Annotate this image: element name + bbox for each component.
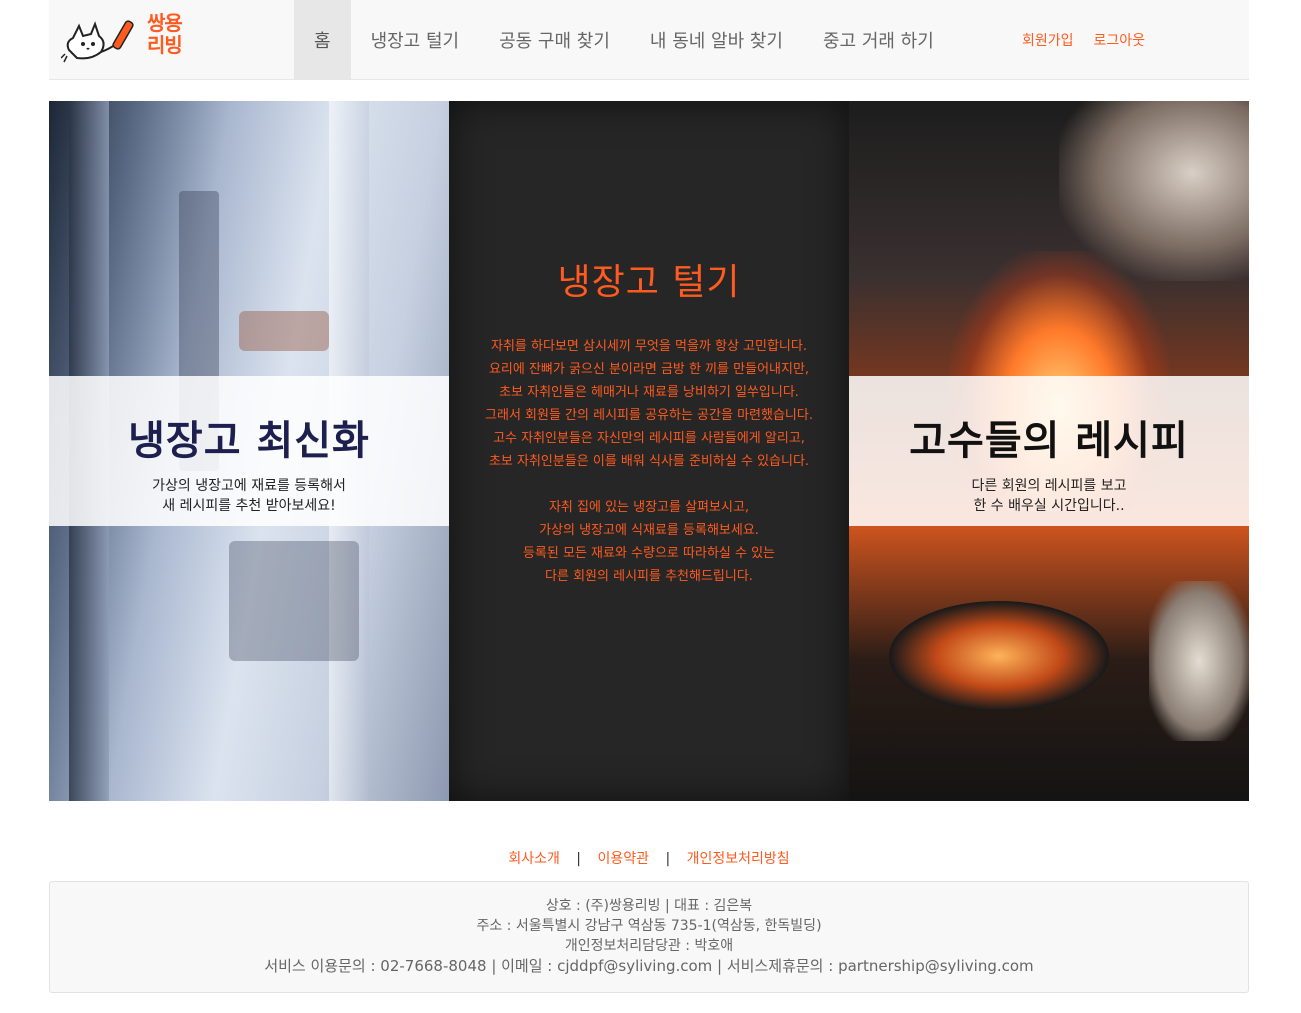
- fridge-raid-info-panel: 냉장고 털기 자취를 하다보면 삼시세끼 무엇을 먹을까 항상 고민합니다. 요…: [449, 101, 849, 801]
- nav-item-local-jobs[interactable]: 내 동네 알바 찾기: [630, 0, 803, 80]
- fridge-photo-panel[interactable]: 냉장고 최신화 가상의 냉장고에 재료를 등록해서 새 레시피를 추천 받아보세…: [49, 101, 449, 801]
- hero-section: 냉장고 최신화 가상의 냉장고에 재료를 등록해서 새 레시피를 추천 받아보세…: [49, 101, 1249, 801]
- paragraph-line: 고수 자취인분들은 자신만의 레시피를 사람들에게 알리고,: [493, 431, 805, 446]
- frying-pan: [889, 601, 1109, 711]
- fridge-food-item: [239, 311, 329, 351]
- nav-item-home[interactable]: 홈: [294, 0, 351, 80]
- signup-link[interactable]: 회원가입: [1022, 30, 1074, 50]
- footer-link-privacy[interactable]: 개인정보처리방침: [687, 851, 790, 867]
- footer-link-terms[interactable]: 이용약관: [597, 851, 649, 867]
- footer-contact: 서비스 이용문의 : 02-7668-8048 | 이메일 : cjddpf@s…: [264, 957, 1034, 975]
- fridge-overlay-band: 냉장고 최신화 가상의 냉장고에 재료를 등록해서 새 레시피를 추천 받아보세…: [49, 376, 449, 526]
- paragraph-line: 가상의 냉장고에 식재료를 등록해보세요.: [539, 523, 759, 538]
- chef-hand: [1149, 581, 1249, 741]
- paragraph-line: 초보 자취인들은 헤매거나 재료를 낭비하기 일쑤입니다.: [499, 385, 799, 400]
- fridge-raid-paragraph-2: 자취 집에 있는 냉장고를 살펴보시고, 가상의 냉장고에 식재료를 등록해보세…: [449, 496, 849, 588]
- paragraph-line: 다른 회원의 레시피를 추천해드립니다.: [545, 569, 753, 584]
- paragraph-line: 그래서 회원들 간의 레시피를 공유하는 공간을 마련했습니다.: [485, 408, 813, 423]
- nav-item-fridge[interactable]: 냉장고 털기: [351, 0, 480, 80]
- nav-item-used-trade[interactable]: 중고 거래 하기: [803, 0, 954, 80]
- auth-links: 회원가입 로그아웃: [1022, 0, 1145, 80]
- footer-privacy-officer: 개인정보처리담당관 : 박호애: [564, 938, 734, 954]
- paragraph-line: 등록된 모든 재료와 수량으로 따라하실 수 있는: [522, 546, 776, 561]
- master-recipe-sub-line1: 다른 회원의 레시피를 보고: [971, 478, 1127, 494]
- fridge-update-sub-line1: 가상의 냉장고에 재료를 등록해서: [152, 478, 346, 494]
- top-navbar: 쌍용 리빙 홈 냉장고 털기 공동 구매 찾기 내 동네 알바 찾기 중고 거래…: [49, 0, 1249, 80]
- brand-logo[interactable]: 쌍용 리빙: [60, 11, 191, 64]
- chef-photo-panel[interactable]: 고수들의 레시피 다른 회원의 레시피를 보고 한 수 배우실 시간입니다..: [849, 101, 1249, 801]
- paragraph-line: 자취 집에 있는 냉장고를 살펴보시고,: [548, 500, 750, 515]
- paragraph-line: 자취를 하다보면 삼시세끼 무엇을 먹을까 항상 고민합니다.: [491, 339, 807, 354]
- footer-separator: |: [576, 851, 582, 867]
- master-recipe-title: 고수들의 레시피: [909, 418, 1189, 464]
- cat-mascot-icon: [60, 20, 134, 63]
- main-menu: 홈 냉장고 털기 공동 구매 찾기 내 동네 알바 찾기 중고 거래 하기: [294, 0, 954, 80]
- fridge-drawer: [229, 541, 359, 661]
- master-recipe-sub-line2: 한 수 배우실 시간입니다..: [973, 498, 1125, 514]
- fridge-raid-title: 냉장고 털기: [557, 262, 741, 303]
- logo-text-line1: 쌍용: [147, 11, 183, 35]
- footer-link-about[interactable]: 회사소개: [508, 851, 560, 867]
- logo-text-line2: 리빙: [147, 33, 183, 57]
- fridge-update-sub-line2: 새 레시피를 추천 받아보세요!: [162, 498, 336, 514]
- paragraph-line: 초보 자취인분들은 이를 배워 식사를 준비하실 수 있습니다.: [488, 454, 810, 469]
- paragraph-line: 요리에 잔뼈가 굵으신 분이라면 금방 한 끼를 만들어내지만,: [488, 362, 810, 377]
- nav-item-group-buy[interactable]: 공동 구매 찾기: [479, 0, 630, 80]
- footer-info-box: 상호 : (주)쌍용리빙 | 대표 : 김은복 주소 : 서울특별시 강남구 역…: [49, 881, 1249, 993]
- footer-company: 상호 : (주)쌍용리빙 | 대표 : 김은복: [545, 898, 753, 914]
- fridge-update-title: 냉장고 최신화: [128, 418, 370, 464]
- recipe-overlay-band: 고수들의 레시피 다른 회원의 레시피를 보고 한 수 배우실 시간입니다..: [849, 376, 1249, 526]
- fridge-raid-paragraph-1: 자취를 하다보면 삼시세끼 무엇을 먹을까 항상 고민합니다. 요리에 잔뼈가 …: [449, 335, 849, 473]
- logout-link[interactable]: 로그아웃: [1094, 30, 1146, 50]
- footer-address: 주소 : 서울특별시 강남구 역삼동 735-1(역삼동, 한독빌딩): [476, 918, 822, 934]
- footer-separator: |: [665, 851, 671, 867]
- footer-links: 회사소개 | 이용약관 | 개인정보처리방침: [49, 848, 1249, 868]
